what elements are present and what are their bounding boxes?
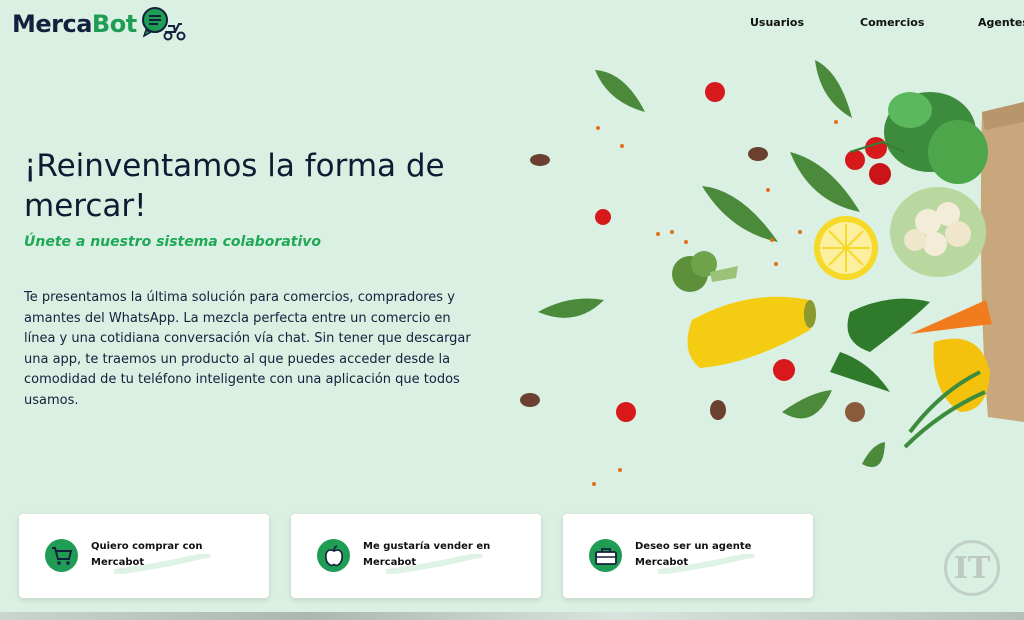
chat-scooter-icon [141,7,186,41]
vegetables-illustration [520,60,1024,486]
apple-icon [317,539,350,572]
card-agent[interactable]: Deseo ser un agente Mercabot [563,514,813,598]
card-sell[interactable]: Me gustaría vender en Mercabot [291,514,541,598]
shopping-cart-icon [45,539,78,572]
logo-text-bot: Bot [91,10,137,38]
hero-subtitle: Únete a nuestro sistema colaborativo [24,234,322,250]
card-buy-label: Quiero comprar con Mercabot [91,541,203,568]
logo-text: MercaBot [12,10,137,38]
card-agent-label: Deseo ser un agente Mercabot [635,541,752,568]
bottom-strip [0,612,1024,620]
hero-title: ¡Reinventamos la forma de mercar! [24,148,445,224]
nav-usuarios[interactable]: Usuarios [750,16,804,29]
logo[interactable]: MercaBot [12,6,187,42]
card-buy[interactable]: Quiero comprar con Mercabot [19,514,269,598]
briefcase-icon [589,539,622,572]
watermark-logo: IT [944,540,1000,596]
header: MercaBot Usuarios Comercios Agentes [0,0,1024,48]
nav-agentes[interactable]: Agentes [978,16,1024,29]
logo-text-merca: Merca [12,10,92,38]
card-sell-label: Me gustaría vender en Mercabot [363,541,491,568]
nav-comercios[interactable]: Comercios [860,16,924,29]
hero-description: Te presentamos la última solución para c… [24,290,471,408]
